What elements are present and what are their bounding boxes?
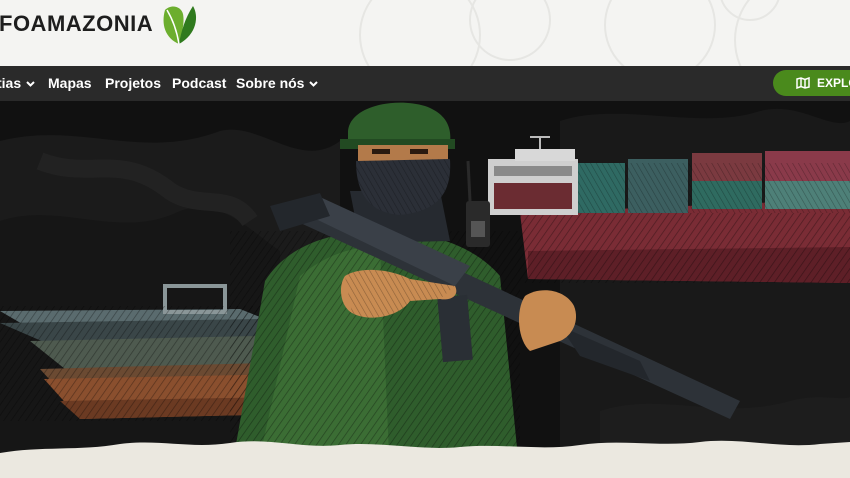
nav-item-noticias[interactable]: tias: [0, 66, 36, 101]
explore-label: EXPLO: [817, 76, 850, 90]
site-header: FOAMAZONIA: [0, 0, 850, 66]
nav-item-label: Sobre nós: [236, 75, 305, 91]
chevron-down-icon: [26, 81, 35, 87]
hero-illustration: [0, 101, 850, 478]
logo-text: FOAMAZONIA: [0, 11, 154, 36]
nav-item-label: Mapas: [48, 75, 92, 91]
main-nav: tias Mapas Projetos Podcast Sobre nós: [0, 66, 850, 101]
chevron-down-icon: [309, 81, 319, 87]
nav-item-label: tias: [0, 75, 22, 91]
nav-item-mapas[interactable]: Mapas: [48, 66, 92, 101]
explore-button[interactable]: EXPLO: [773, 70, 850, 96]
nav-item-label: Projetos: [105, 75, 162, 91]
nav-item-podcast[interactable]: Podcast: [172, 66, 226, 101]
nav-item-sobre-nos[interactable]: Sobre nós: [236, 66, 319, 101]
hero-artwork: [0, 101, 850, 478]
leaf-icon: [163, 6, 197, 45]
map-icon: [796, 77, 810, 89]
header-pattern: [359, 0, 850, 66]
nav-item-label: Podcast: [172, 75, 227, 91]
nav-item-projetos[interactable]: Projetos: [105, 66, 161, 101]
site-logo[interactable]: FOAMAZONIA: [0, 4, 199, 45]
